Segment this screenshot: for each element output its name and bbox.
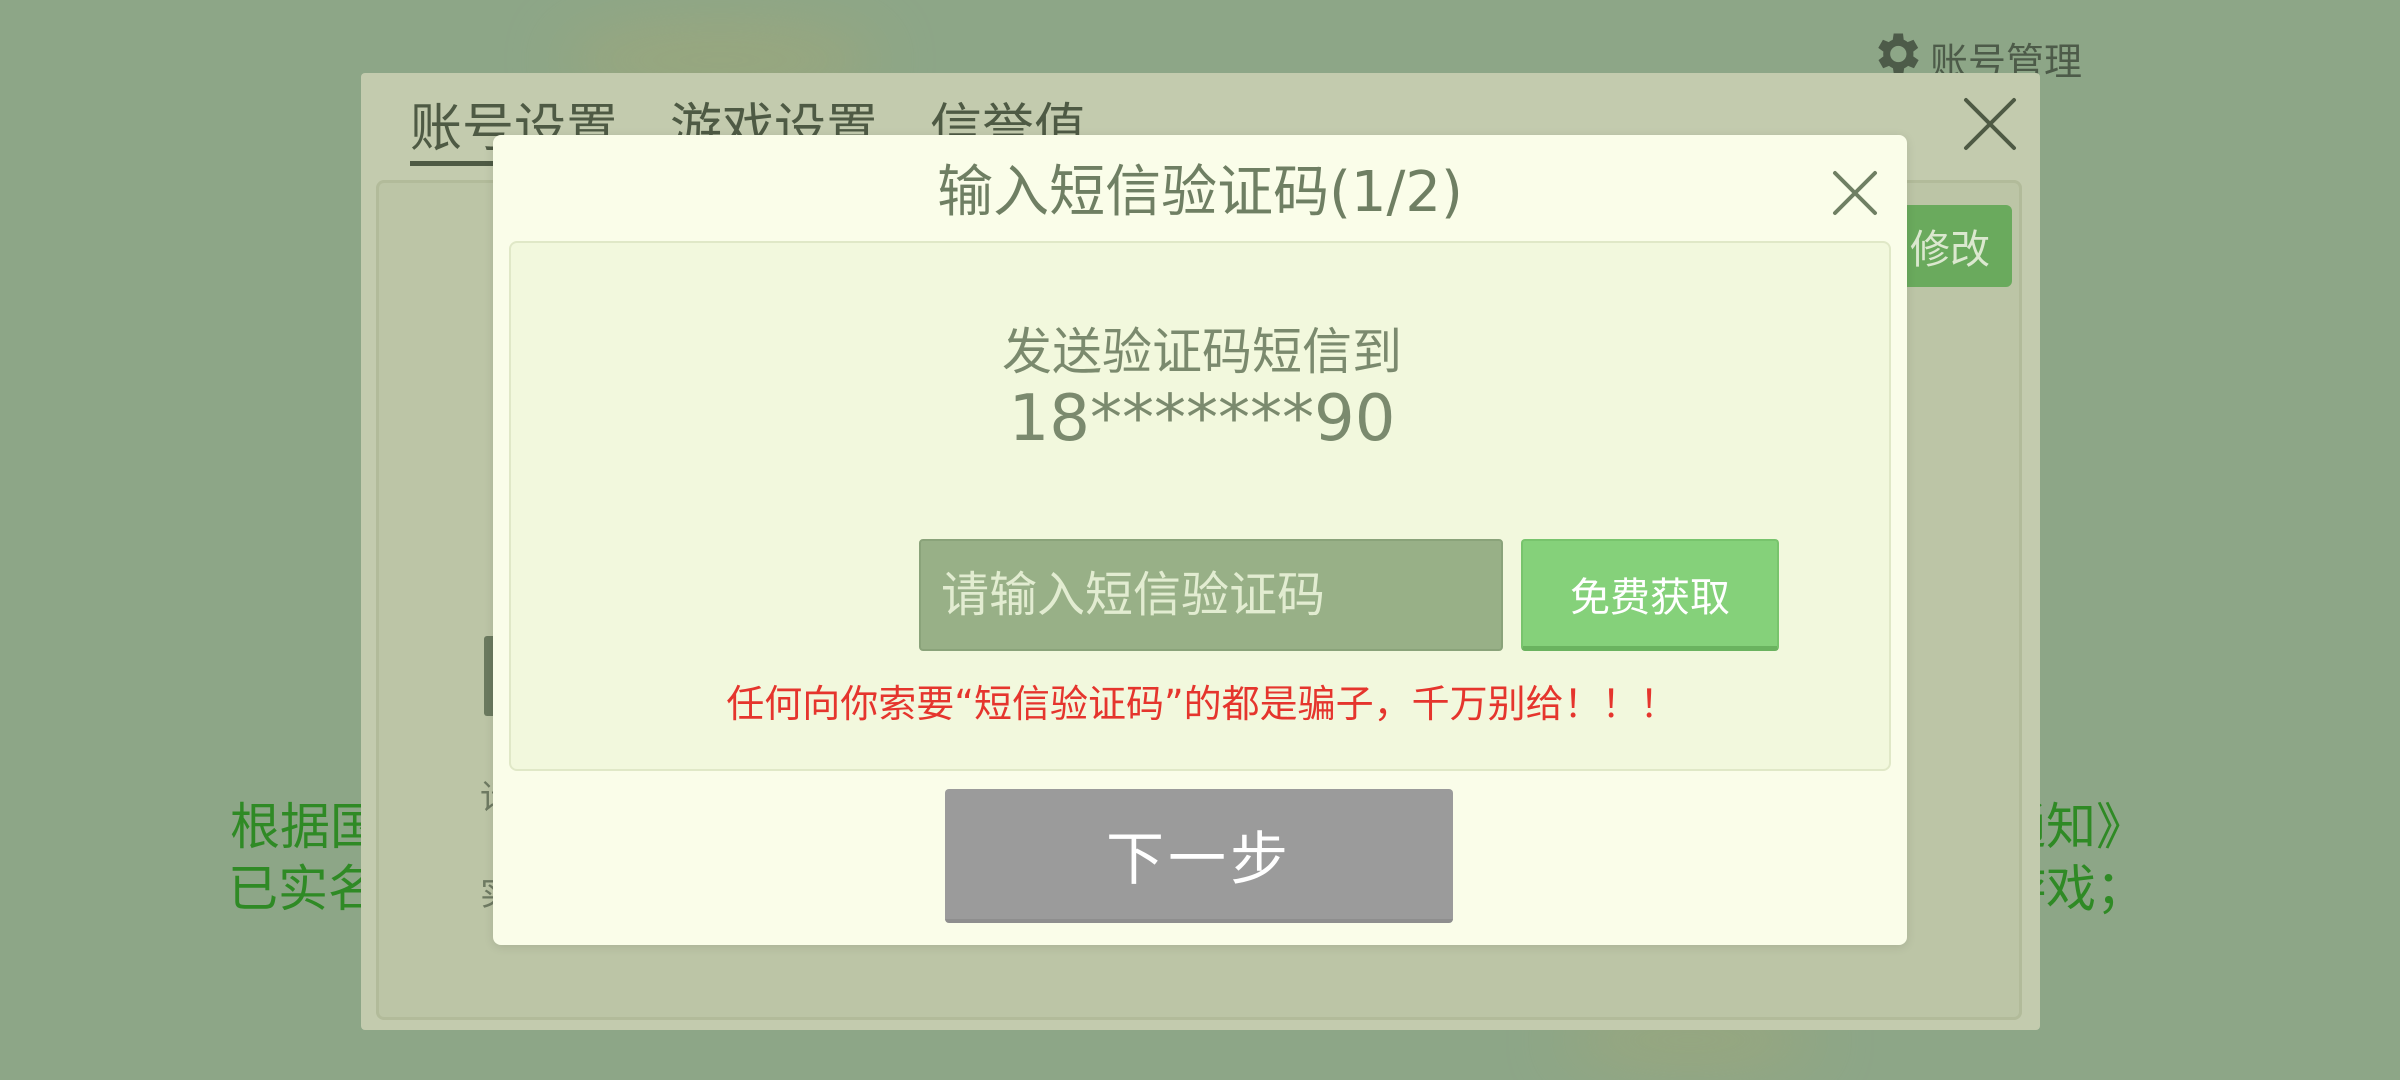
close-icon[interactable]: [1825, 163, 1885, 223]
masked-phone-number: 18*******90: [1008, 382, 1396, 456]
send-to-label: 发送验证码短信到: [1002, 323, 1402, 381]
dialog-title: 输入短信验证码(1/2): [937, 160, 1463, 225]
dialog-body: 发送验证码短信到 18*******90 免费获取 任何向你索要“短信验证码”的…: [509, 241, 1891, 771]
get-code-button[interactable]: 免费获取: [1521, 539, 1779, 651]
notice-left-line2: 已实名: [228, 860, 378, 918]
sms-code-input[interactable]: [919, 539, 1503, 651]
settings-close-icon[interactable]: [1958, 92, 2022, 156]
scam-warning: 任何向你索要“短信验证码”的都是骗子，千万别给！！！: [726, 682, 1678, 726]
sms-verification-dialog: 输入短信验证码(1/2) 发送验证码短信到 18*******90 免费获取 任…: [493, 135, 1907, 945]
notice-left-line1: 根据国: [230, 798, 380, 856]
next-step-button[interactable]: 下一步: [945, 789, 1453, 923]
